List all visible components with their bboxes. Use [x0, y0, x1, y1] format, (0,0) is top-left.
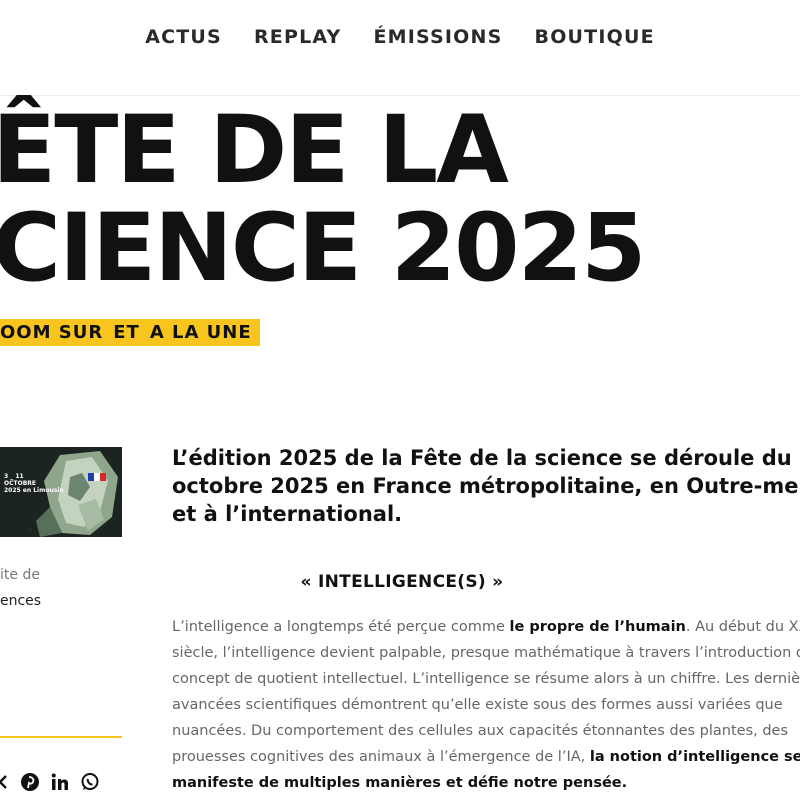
- page-title-line-2: CIENCE 2025: [0, 194, 646, 303]
- nav-emissions[interactable]: ÉMISSIONS: [373, 26, 502, 48]
- nav-boutique[interactable]: BOUTIQUE: [535, 26, 655, 48]
- linkedin-icon[interactable]: [50, 772, 70, 792]
- article-paragraph: L’intelligence a longtemps été perçue co…: [172, 614, 800, 796]
- meta-line-1: ite de: [0, 567, 40, 583]
- tag-et: ET: [113, 322, 140, 343]
- emphasis-1: le propre de l’humain: [509, 619, 686, 635]
- pinterest-icon[interactable]: [20, 772, 40, 792]
- french-flag-icon: [88, 473, 106, 481]
- thumbnail-text: 3 _ 11 OCTOBRE 2025 en Limousin: [4, 473, 64, 494]
- tag-zoom-sur[interactable]: OOM SUR: [0, 322, 103, 343]
- page-title-line-1: ÊTE DE LA: [0, 96, 509, 205]
- share-bar: [0, 772, 100, 792]
- meta-line-2[interactable]: ences: [0, 588, 41, 614]
- page-title: ÊTE DE LA CIENCE 2025: [0, 96, 646, 303]
- main-menu: ACTUS REPLAY ÉMISSIONS BOUTIQUE: [0, 26, 800, 48]
- category-tags: OOM SUR ET A LA UNE: [0, 319, 260, 346]
- x-icon[interactable]: [0, 772, 10, 792]
- tag-a-la-une[interactable]: A LA UNE: [150, 322, 252, 343]
- nav-replay[interactable]: REPLAY: [254, 26, 342, 48]
- article-thumbnail[interactable]: 3 _ 11 OCTOBRE 2025 en Limousin ...: [0, 447, 122, 537]
- thumbnail-caption: ...: [28, 527, 32, 531]
- section-heading: « INTELLIGENCE(S) »: [300, 572, 504, 592]
- sidebar-divider: [0, 736, 122, 738]
- nav-actus[interactable]: ACTUS: [145, 26, 222, 48]
- top-navigation: ACTUS REPLAY ÉMISSIONS BOUTIQUE: [0, 0, 800, 96]
- whatsapp-icon[interactable]: [80, 772, 100, 792]
- article-lead: L’édition 2025 de la Fête de la science …: [172, 446, 800, 526]
- sidebar-meta: ite de ences: [0, 562, 41, 614]
